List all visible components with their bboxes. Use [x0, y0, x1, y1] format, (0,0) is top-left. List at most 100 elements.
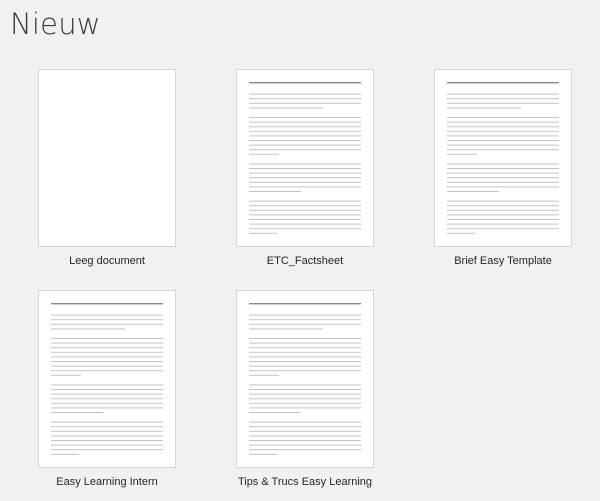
preview-text-line	[249, 126, 361, 128]
preview-text-line	[249, 430, 361, 432]
preview-text-line	[447, 191, 499, 192]
preview-text-line	[447, 117, 559, 118]
preview-text-line	[51, 430, 163, 432]
preview-text-line	[249, 347, 361, 349]
preview-text-line	[51, 435, 163, 437]
template-thumbnail[interactable]	[236, 69, 374, 247]
preview-text-line	[51, 421, 163, 423]
preview-text-line	[447, 177, 559, 179]
preview-text-line	[51, 444, 163, 446]
preview-text-line	[447, 135, 559, 137]
preview-text-line	[447, 149, 559, 151]
template-label[interactable]: Brief Easy Template	[418, 255, 588, 267]
preview-text-line	[447, 107, 521, 109]
preview-text-line	[447, 232, 475, 234]
preview-text-line	[447, 93, 559, 95]
preview-text-line	[249, 153, 279, 155]
template-thumbnail[interactable]	[236, 290, 374, 468]
template-tile-etc-factsheet[interactable]: ETC_Factsheet	[220, 69, 390, 271]
template-label[interactable]: Tips & Trucs Easy Learning	[220, 476, 390, 488]
preview-text-line	[447, 205, 559, 207]
preview-text-line	[249, 200, 361, 202]
template-tile-tips-trucs-easy-learning[interactable]: Tips & Trucs Easy Learning	[220, 290, 390, 492]
preview-text-line	[249, 323, 361, 325]
preview-text-line	[249, 135, 361, 137]
preview-text-line	[249, 223, 361, 225]
template-label[interactable]: ETC_Factsheet	[220, 255, 390, 267]
preview-text-line	[51, 347, 163, 349]
preview-text-line	[447, 153, 477, 155]
preview-text-line	[249, 121, 361, 123]
preview-text-line	[249, 144, 361, 146]
preview-text-line	[447, 168, 559, 169]
preview-text-line	[249, 449, 361, 451]
preview-text-line	[51, 361, 163, 362]
preview-text-line	[51, 328, 125, 330]
template-thumbnail[interactable]	[434, 69, 572, 247]
document-preview-lines	[249, 82, 361, 234]
preview-text-line	[249, 435, 361, 437]
preview-text-line	[249, 365, 361, 367]
preview-text-line	[51, 342, 163, 344]
preview-text-line	[51, 402, 163, 404]
preview-text-line	[249, 191, 301, 192]
preview-text-line	[447, 219, 559, 220]
preview-text-line	[249, 398, 361, 400]
preview-text-line	[51, 351, 163, 353]
preview-text-line	[447, 102, 559, 104]
preview-text-line	[447, 144, 559, 146]
template-tile-brief-easy-template[interactable]: Brief Easy Template	[418, 69, 588, 271]
preview-text-line	[447, 130, 559, 132]
preview-text-line	[51, 389, 163, 390]
preview-text-line	[249, 117, 361, 118]
preview-text-line	[51, 319, 163, 321]
preview-text-line	[51, 412, 103, 413]
preview-text-line	[447, 163, 559, 165]
document-preview-lines	[249, 303, 361, 455]
preview-text-line	[51, 323, 163, 325]
preview-text-line	[249, 319, 361, 321]
preview-text-line	[249, 384, 361, 386]
template-thumbnail[interactable]	[38, 290, 176, 468]
preview-text-line	[447, 209, 559, 211]
template-thumbnail[interactable]	[38, 69, 176, 247]
preview-text-line	[51, 440, 163, 441]
preview-text-line	[249, 82, 361, 84]
preview-text-line	[249, 412, 301, 413]
preview-text-line	[249, 338, 361, 339]
preview-text-line	[447, 98, 559, 100]
preview-text-line	[447, 181, 559, 183]
preview-text-line	[51, 398, 163, 400]
preview-text-line	[249, 421, 361, 423]
preview-text-line	[249, 303, 361, 305]
template-tile-blank-document[interactable]: Leeg document	[22, 69, 192, 271]
preview-text-line	[447, 82, 559, 84]
preview-text-line	[249, 177, 361, 179]
preview-text-line	[249, 102, 361, 104]
preview-text-line	[249, 370, 361, 372]
preview-text-line	[249, 209, 361, 211]
preview-text-line	[51, 356, 163, 358]
preview-text-line	[51, 314, 163, 316]
preview-text-line	[249, 140, 361, 141]
template-tile-easy-learning-intern[interactable]: Easy Learning Intern	[22, 290, 192, 492]
preview-text-line	[249, 426, 361, 428]
preview-text-line	[249, 342, 361, 344]
preview-text-line	[249, 168, 361, 169]
template-label[interactable]: Leeg document	[22, 255, 192, 267]
preview-text-line	[249, 232, 277, 234]
document-preview-lines	[51, 303, 163, 455]
preview-text-line	[447, 121, 559, 123]
preview-text-line	[249, 93, 361, 95]
preview-text-line	[249, 328, 323, 330]
document-preview-lines	[447, 82, 559, 234]
preview-text-line	[249, 356, 361, 358]
preview-text-line	[447, 228, 559, 230]
preview-text-line	[249, 205, 361, 207]
preview-text-line	[249, 374, 279, 376]
preview-text-line	[249, 407, 361, 409]
preview-text-line	[249, 351, 361, 353]
preview-text-line	[249, 314, 361, 316]
preview-text-line	[249, 163, 361, 165]
template-label[interactable]: Easy Learning Intern	[22, 476, 192, 488]
